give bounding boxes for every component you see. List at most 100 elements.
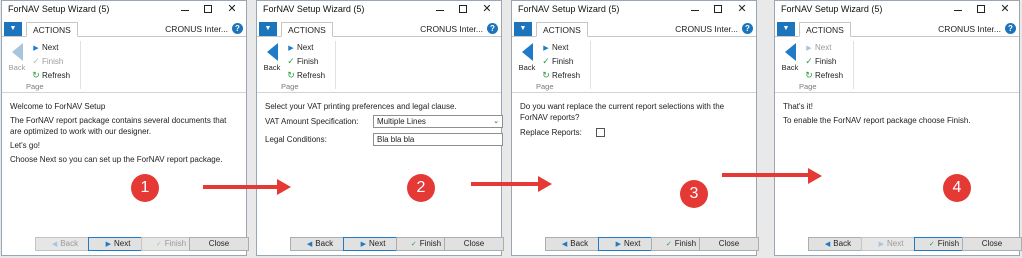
tab-actions[interactable]: ACTIONS	[26, 22, 78, 37]
close-window-button[interactable]: ✕	[994, 1, 1016, 19]
wizard-window-step-2: ForNAV Setup Wizard (5) ✕ ▼ ACTIONS CRON…	[256, 0, 504, 256]
ribbon-next-button[interactable]: ▶ Next	[30, 41, 70, 55]
arrow-shaft	[471, 182, 538, 186]
ribbon-finish-button[interactable]: ✓ Finish	[540, 55, 580, 69]
ribbon-refresh-label: Refresh	[42, 71, 71, 80]
ribbon-finish-button[interactable]: ✓ Finish	[285, 55, 325, 69]
wizard-footer: ◀ Back ▶ Next ✓ Finish Close	[2, 237, 249, 251]
minimize-button[interactable]	[947, 1, 969, 19]
back-arrow-icon	[521, 43, 533, 61]
tab-actions[interactable]: ACTIONS	[281, 22, 333, 37]
ribbon: Back ▶ Next ✓ Finish ↻ Refresh Page	[512, 37, 756, 93]
checkmark-icon: ✓	[32, 56, 40, 66]
ribbon-back-button[interactable]: Back	[779, 41, 801, 72]
company-name: CRONUS Inter...	[938, 24, 1001, 34]
ribbon-separator	[853, 41, 854, 89]
tab-actions[interactable]: ACTIONS	[799, 22, 851, 37]
company-name: CRONUS Inter...	[675, 24, 738, 34]
back-arrow-icon: ◀	[306, 241, 313, 248]
back-button[interactable]: ◀ Back	[808, 237, 868, 251]
maximize-icon	[459, 5, 467, 14]
back-button[interactable]: ◀ Back	[290, 237, 350, 251]
ribbon-next-button[interactable]: ▶ Next	[285, 41, 325, 55]
finish-button-label: Finish	[674, 239, 697, 248]
next-arrow-icon: ▶	[543, 45, 549, 52]
ribbon-finish-label: Finish	[297, 57, 319, 66]
finish-button-label: Finish	[419, 239, 442, 248]
ribbon-next-button[interactable]: ▶ Next	[540, 41, 580, 55]
ribbon-finish-label: Finish	[815, 57, 837, 66]
app-menu-button[interactable]: ▼	[777, 22, 795, 36]
lets-go-text: Let's go!	[10, 141, 40, 150]
vat-instruction-text: Select your VAT printing preferences and…	[265, 102, 457, 111]
ribbon-finish-label: Finish	[552, 57, 574, 66]
back-button-label: Back	[570, 239, 589, 248]
help-icon[interactable]: ?	[742, 23, 753, 34]
maximize-button[interactable]	[452, 1, 474, 19]
ribbon-refresh-button[interactable]: ↻ Refresh	[285, 69, 325, 83]
minimize-button[interactable]	[174, 1, 196, 19]
maximize-button[interactable]	[707, 1, 729, 19]
back-button-label: Back	[833, 239, 852, 248]
maximize-button[interactable]	[970, 1, 992, 19]
ribbon: Back ▶ Next ✓ Finish ↻ Refresh Page	[257, 37, 501, 93]
ribbon-tab-row: ▼ ACTIONS CRONUS Inter... ?	[2, 21, 246, 37]
vat-amount-specification-field: VAT Amount Specification: Multiple Lines…	[265, 115, 503, 129]
next-button-label: Next	[886, 239, 904, 248]
next-button[interactable]: ▶ Next	[343, 237, 403, 251]
wizard-content: Welcome to ForNAV Setup The ForNAV repor…	[10, 101, 238, 168]
refresh-icon: ↻	[32, 70, 40, 80]
next-button[interactable]: ▶ Next	[861, 237, 921, 251]
ribbon-group-label: Page	[281, 82, 299, 91]
ribbon-refresh-button[interactable]: ↻ Refresh	[540, 69, 580, 83]
next-arrow-icon: ▶	[806, 45, 812, 52]
app-menu-button[interactable]: ▼	[259, 22, 277, 36]
description-text: The ForNAV report package contains sever…	[10, 116, 227, 136]
maximize-button[interactable]	[197, 1, 219, 19]
next-button[interactable]: ▶ Next	[598, 237, 658, 251]
ribbon-finish-button[interactable]: ✓ Finish	[803, 55, 843, 69]
minimize-button[interactable]	[429, 1, 451, 19]
wizard-content: Do you want replace the current report s…	[520, 101, 748, 144]
ribbon-tab-row: ▼ ACTIONS CRONUS Inter... ?	[775, 21, 1019, 37]
wizard-content: Select your VAT printing preferences and…	[265, 101, 503, 151]
ribbon-back-button[interactable]: Back	[516, 41, 538, 72]
ribbon-separator	[335, 41, 336, 89]
replace-reports-checkbox[interactable]	[596, 128, 605, 137]
ribbon-back-button[interactable]: Back	[6, 41, 28, 72]
ribbon-refresh-button[interactable]: ↻ Refresh	[30, 69, 70, 83]
ribbon-back-button[interactable]: Back	[261, 41, 283, 72]
tab-actions[interactable]: ACTIONS	[536, 22, 588, 37]
close-button[interactable]: Close	[962, 237, 1022, 251]
next-arrow-icon: ▶	[878, 241, 884, 248]
back-button[interactable]: ◀ Back	[35, 237, 95, 251]
app-menu-button[interactable]: ▼	[4, 22, 22, 36]
back-button[interactable]: ◀ Back	[545, 237, 605, 251]
ribbon-refresh-button[interactable]: ↻ Refresh	[803, 69, 843, 83]
close-button[interactable]: Close	[699, 237, 759, 251]
ribbon-next-label: Next	[552, 43, 569, 52]
ribbon-separator	[80, 41, 81, 89]
close-window-button[interactable]: ✕	[731, 1, 753, 19]
next-button[interactable]: ▶ Next	[88, 237, 148, 251]
maximize-icon	[714, 5, 722, 14]
close-window-button[interactable]: ✕	[221, 1, 243, 19]
legal-conditions-input[interactable]: Bla bla bla	[373, 133, 503, 146]
help-icon[interactable]: ?	[232, 23, 243, 34]
close-button[interactable]: Close	[444, 237, 504, 251]
ribbon-finish-button[interactable]: ✓ Finish	[30, 55, 70, 69]
ribbon-group-label: Page	[536, 82, 554, 91]
close-window-button[interactable]: ✕	[476, 1, 498, 19]
app-menu-button[interactable]: ▼	[514, 22, 532, 36]
title-bar: ForNAV Setup Wizard (5) ✕	[775, 1, 1019, 19]
help-icon[interactable]: ?	[487, 23, 498, 34]
next-button-label: Next	[623, 239, 641, 248]
back-arrow-icon	[11, 43, 23, 61]
close-button[interactable]: Close	[189, 237, 249, 251]
vat-amount-specification-select[interactable]: Multiple Lines ⌄	[373, 115, 503, 128]
minimize-button[interactable]	[684, 1, 706, 19]
step-badge: 1	[131, 174, 159, 202]
ribbon-next-button[interactable]: ▶ Next	[803, 41, 843, 55]
help-icon[interactable]: ?	[1005, 23, 1016, 34]
arrow-head	[808, 168, 822, 184]
